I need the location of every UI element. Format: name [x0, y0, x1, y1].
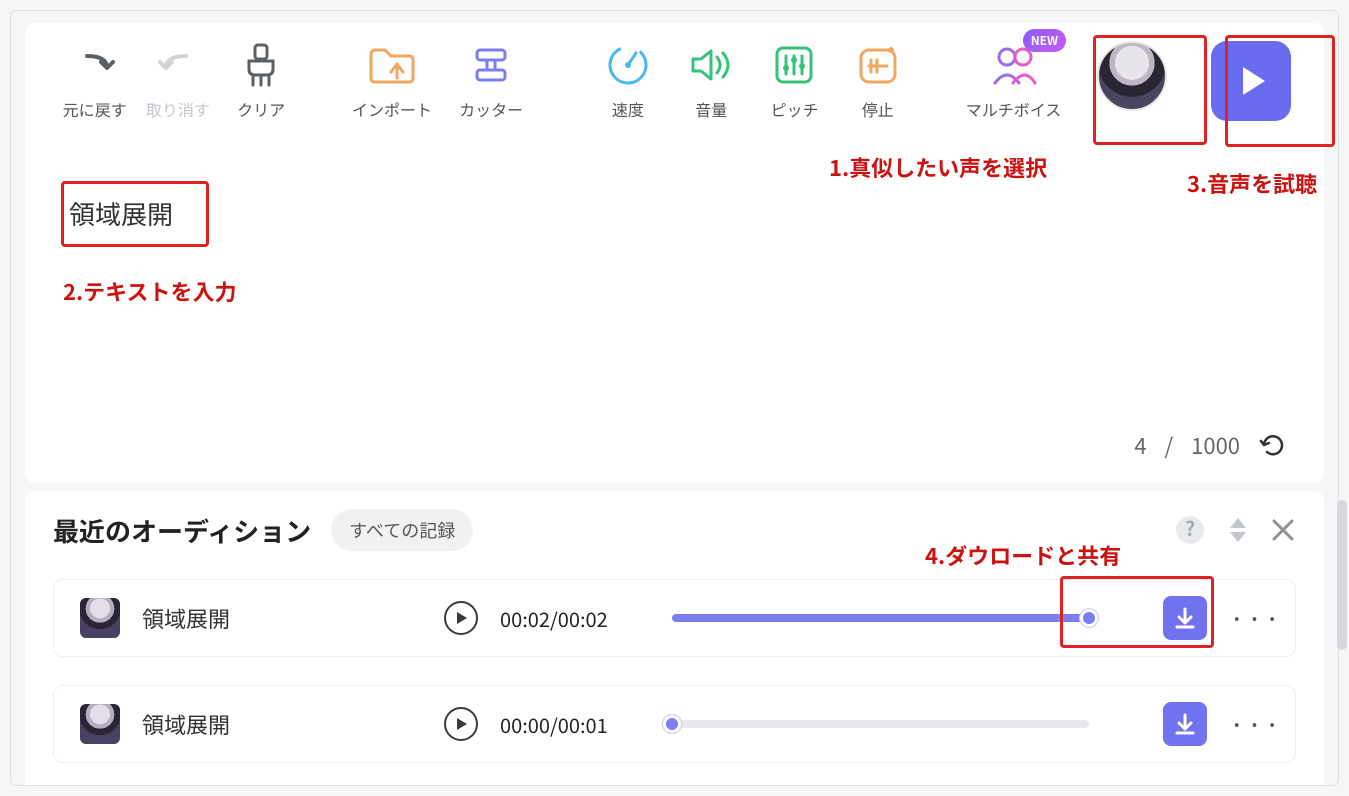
download-button[interactable] — [1163, 596, 1207, 640]
row-avatar — [80, 704, 120, 744]
voice-avatar — [1097, 41, 1167, 111]
undo-icon — [73, 41, 117, 89]
char-sep: / — [1165, 429, 1174, 461]
pitch-label: ピッチ — [770, 97, 818, 121]
app-root: 元に戻す 取り消す クリア インポート — [10, 10, 1339, 786]
text-input-content: 領域展開 — [53, 187, 189, 240]
sort-icon[interactable] — [1226, 516, 1250, 544]
clear-button[interactable]: クリア — [220, 41, 303, 121]
text-area[interactable]: 領域展開 — [53, 151, 1296, 429]
brush-icon — [241, 41, 281, 89]
folder-import-icon — [367, 41, 417, 89]
row-play-button[interactable] — [444, 601, 478, 635]
toolbar: 元に戻す 取り消す クリア インポート — [53, 41, 1296, 151]
speed-button[interactable]: 速度 — [586, 41, 669, 121]
row-avatar — [80, 598, 120, 638]
char-count: 4 — [1134, 429, 1146, 461]
audio-row: 領域展開 00:02/00:02 ··· — [53, 579, 1296, 657]
play-icon — [1211, 41, 1291, 121]
import-button[interactable]: インポート — [342, 41, 441, 121]
clear-label: クリア — [237, 97, 285, 121]
gauge-icon — [606, 41, 650, 89]
close-icon[interactable] — [1270, 517, 1296, 543]
cutter-icon — [471, 41, 511, 89]
audio-row: 領域展開 00:00/00:01 ··· — [53, 685, 1296, 763]
import-label: インポート — [352, 97, 432, 121]
volume-label: 音量 — [695, 97, 727, 121]
row-progress[interactable] — [672, 614, 1089, 622]
redo-label: 取り消す — [146, 97, 210, 121]
char-max: 1000 — [1191, 429, 1240, 461]
equalizer-icon — [773, 41, 815, 89]
preview-play-button[interactable] — [1207, 41, 1296, 121]
more-button[interactable]: ··· — [1229, 598, 1269, 638]
row-title: 領域展開 — [142, 602, 422, 634]
all-records-button[interactable]: すべての記録 — [331, 509, 473, 551]
row-timecode: 00:02/00:02 — [500, 604, 650, 633]
stop-icon — [857, 41, 899, 89]
stop-button[interactable]: 停止 — [836, 41, 919, 121]
recent-panel: 最近のオーディション すべての記録 ? 4.ダウロードと共有 領域展開 00:0… — [25, 491, 1324, 785]
redo-button[interactable]: 取り消す — [136, 41, 219, 121]
speaker-icon — [689, 41, 733, 89]
undo-button[interactable]: 元に戻す — [53, 41, 136, 121]
multivoice-button[interactable]: NEW マルチボイス — [959, 41, 1068, 121]
row-progress[interactable] — [672, 720, 1089, 728]
refresh-button[interactable] — [1258, 430, 1288, 460]
voice-avatar-button[interactable] — [1088, 41, 1177, 111]
stop-label: 停止 — [862, 97, 894, 121]
help-icon[interactable]: ? — [1174, 514, 1206, 546]
scrollbar[interactable] — [1337, 500, 1347, 650]
row-play-button[interactable] — [444, 707, 478, 741]
cutter-button[interactable]: カッター — [442, 41, 541, 121]
speed-label: 速度 — [612, 97, 644, 121]
editor-panel: 元に戻す 取り消す クリア インポート — [25, 23, 1324, 483]
row-timecode: 00:00/00:01 — [500, 710, 650, 739]
redo-icon — [156, 41, 200, 89]
multivoice-label: マルチボイス — [966, 97, 1062, 121]
recent-header: 最近のオーディション すべての記録 ? — [53, 509, 1296, 551]
more-button[interactable]: ··· — [1229, 704, 1269, 744]
pitch-button[interactable]: ピッチ — [753, 41, 836, 121]
cutter-label: カッター — [459, 97, 523, 121]
row-title: 領域展開 — [142, 708, 422, 740]
volume-button[interactable]: 音量 — [670, 41, 753, 121]
recent-title: 最近のオーディション — [53, 512, 311, 549]
char-counter: 4 / 1000 — [53, 429, 1296, 473]
undo-label: 元に戻す — [63, 97, 127, 121]
download-button[interactable] — [1163, 702, 1207, 746]
new-badge: NEW — [1023, 29, 1066, 52]
svg-text:?: ? — [1185, 514, 1195, 542]
